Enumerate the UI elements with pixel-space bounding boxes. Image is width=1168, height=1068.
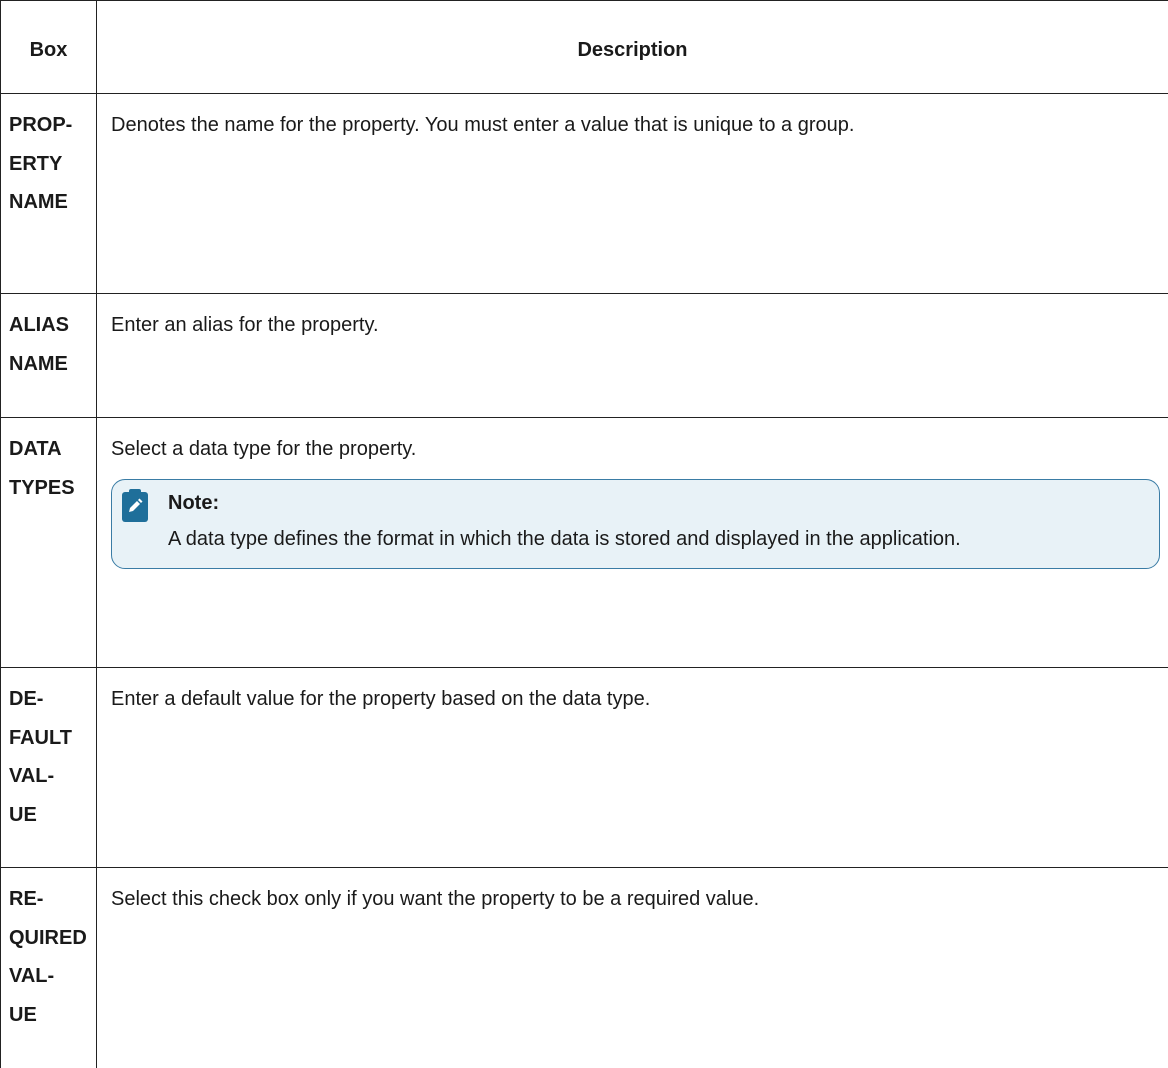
table-row: RE- QUIRED VAL- UE Select this check box… [1,868,1168,1068]
box-label: DATA TYPES [9,430,96,507]
note-box: Note: A data type defines the format in … [111,479,1160,569]
description-cell: Enter an alias for the property. [97,294,1168,418]
description-text: Select a data type for the property. [111,430,1168,469]
box-label: DE- FAULT VAL- UE [9,680,96,834]
note-text: A data type defines the format in which … [168,528,961,550]
box-cell: PROP- ERTY NAME [1,94,97,294]
table-row: DATA TYPES Select a data type for the pr… [1,418,1168,668]
properties-table: Box Description PROP- ERTY NAME Denotes … [0,0,1168,1068]
description-cell: Select this check box only if you want t… [97,868,1168,1068]
table-row: PROP- ERTY NAME Denotes the name for the… [1,94,1168,294]
box-label: PROP- ERTY NAME [9,106,96,222]
table-row: ALIAS NAME Enter an alias for the proper… [1,294,1168,418]
box-cell: DATA TYPES [1,418,97,668]
description-cell: Select a data type for the property. Not… [97,418,1168,668]
description-cell: Denotes the name for the property. You m… [97,94,1168,294]
box-cell: DE- FAULT VAL- UE [1,668,97,868]
box-cell: RE- QUIRED VAL- UE [1,868,97,1068]
table-header-row: Box Description [1,1,1168,94]
table-row: DE- FAULT VAL- UE Enter a default value … [1,668,1168,868]
pencil-note-icon [122,492,148,522]
description-cell: Enter a default value for the property b… [97,668,1168,868]
box-cell: ALIAS NAME [1,294,97,418]
box-label: ALIAS NAME [9,306,96,383]
column-header-description: Description [97,1,1168,94]
column-header-box: Box [1,1,97,94]
note-title: Note: [168,486,1145,520]
box-label: RE- QUIRED VAL- UE [9,880,96,1034]
